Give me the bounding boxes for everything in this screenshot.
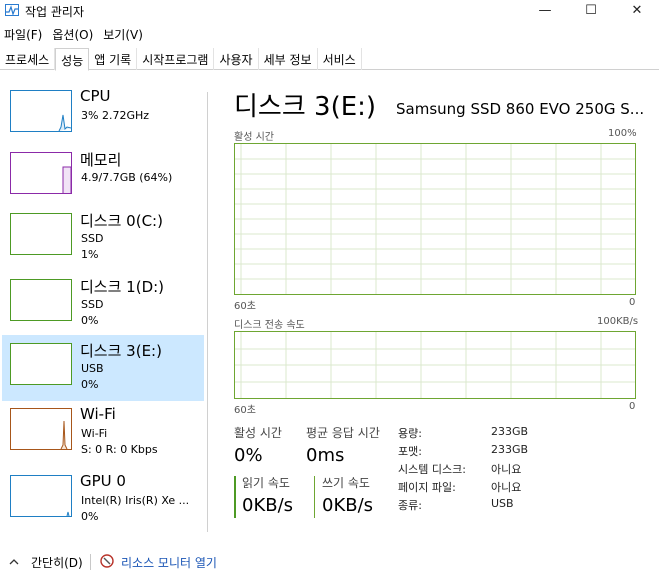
transfer-rate-gridlines [235, 332, 635, 398]
resource-monitor-icon[interactable] [100, 554, 114, 568]
tab-processes[interactable]: 프로세스 [0, 48, 56, 70]
fewer-details-button[interactable]: 간단히(D) [31, 554, 83, 571]
disk-3-thumbnail-graph [10, 343, 72, 385]
sidebar-item-usage: 1% [81, 248, 99, 261]
prop-formatted-value: 233GB [491, 443, 529, 456]
write-speed-indicator [314, 476, 315, 518]
sidebar-item-disk-0[interactable]: 디스크 0(C:) SSD 1% [2, 205, 204, 271]
sidebar-item-cpu[interactable]: CPU 3% 2.72GHz [2, 82, 204, 148]
sidebar-item-name: Wi-Fi [80, 405, 116, 423]
sidebar-item-disk-3[interactable]: 디스크 3(E:) USB 0% [2, 335, 204, 401]
tab-strip: 프로세스 성능 앱 기록 시작프로그램 사용자 세부 정보 서비스 [0, 48, 659, 71]
title-bar: 작업 관리자 — ☐ ✕ [0, 0, 659, 22]
active-time-gridlines [235, 144, 635, 294]
sidebar-item-memory[interactable]: 메모리 4.9/7.7GB (64%) [2, 144, 204, 210]
tab-users[interactable]: 사용자 [214, 48, 259, 70]
graph-transfer-rate-span: 60초 [234, 405, 256, 416]
sidebar-item-detail: Wi-Fi [81, 427, 108, 440]
prop-formatted-label: 포맷: [398, 445, 422, 458]
gpu-thumbnail-graph [10, 475, 72, 517]
tab-app-history[interactable]: 앱 기록 [89, 48, 138, 70]
tab-services[interactable]: 서비스 [318, 48, 362, 70]
maximize-button[interactable]: ☐ [568, 0, 614, 20]
graph-transfer-rate-max: 100KB/s [597, 316, 639, 327]
prop-system-disk-label: 시스템 디스크: [398, 463, 466, 476]
graph-active-time-label: 활성 시간 [234, 132, 274, 143]
read-speed-value: 0KB/s [242, 495, 294, 516]
graph-active-time-min: 0 [629, 297, 636, 308]
sidebar-item-name: CPU [80, 87, 111, 105]
sidebar-item-usage: 0% [81, 314, 99, 327]
active-time-stat-value: 0% [234, 445, 263, 466]
disk-1-thumbnail-graph [10, 279, 72, 321]
sidebar-item-name: 디스크 0(C:) [80, 212, 163, 230]
sidebar-item-detail: 4.9/7.7GB (64%) [81, 171, 173, 184]
sidebar-item-detail: 3% 2.72GHz [81, 109, 150, 122]
prop-system-disk-value: 아니요 [491, 463, 522, 476]
read-speed-indicator [234, 476, 236, 518]
tab-performance[interactable]: 성능 [55, 48, 90, 71]
graph-transfer-rate-min: 0 [629, 401, 636, 412]
task-manager-icon [5, 4, 19, 16]
page-title: 디스크 3(E:) [234, 92, 377, 122]
write-speed-value: 0KB/s [322, 495, 374, 516]
menu-file[interactable]: 파일(F) [0, 24, 48, 44]
graph-active-time-span: 60초 [234, 301, 256, 312]
wifi-thumbnail-graph [10, 408, 72, 450]
sidebar-item-detail: SSD [81, 232, 104, 245]
sidebar-item-wifi[interactable]: Wi-Fi Wi-Fi S: 0 R: 0 Kbps [2, 400, 204, 466]
tab-startup[interactable]: 시작프로그램 [137, 48, 215, 70]
write-speed-label: 쓰기 속도 [322, 476, 370, 490]
graph-transfer-rate-label: 디스크 전송 속도 [234, 320, 305, 331]
tab-details[interactable]: 세부 정보 [259, 48, 318, 70]
prop-capacity-label: 용량: [398, 427, 422, 440]
sidebar-item-name: 디스크 1(D:) [80, 278, 165, 296]
active-time-stat-label: 활성 시간 [234, 426, 282, 440]
prop-page-file-label: 페이지 파일: [398, 481, 456, 494]
transfer-rate-graph [234, 331, 636, 399]
footer-divider [90, 554, 91, 570]
sidebar-item-usage: S: 0 R: 0 Kbps [81, 443, 158, 456]
response-time-stat-label: 평균 응답 시간 [306, 426, 380, 440]
prop-page-file-value: 아니요 [491, 481, 522, 494]
memory-thumbnail-graph [10, 152, 72, 194]
cpu-thumbnail-graph [10, 90, 72, 132]
sidebar-item-usage: 0% [81, 378, 99, 391]
prop-capacity-value: 233GB [491, 425, 529, 438]
menu-options[interactable]: 옵션(O) [48, 24, 99, 44]
chevron-up-icon[interactable] [8, 556, 20, 568]
footer-bar: 간단히(D) 리소스 모니터 열기 [0, 548, 659, 576]
read-speed-label: 읽기 속도 [242, 476, 290, 490]
sidebar-item-usage: 0% [81, 510, 99, 523]
disk-0-thumbnail-graph [10, 213, 72, 255]
close-button[interactable]: ✕ [614, 0, 659, 20]
response-time-stat-value: 0ms [306, 445, 345, 466]
graph-active-time-max: 100% [608, 128, 637, 139]
active-time-graph [234, 143, 636, 295]
sidebar-item-name: 메모리 [80, 151, 122, 169]
disk-model: Samsung SSD 860 EVO 250G S... [396, 100, 645, 118]
menu-view[interactable]: 보기(V) [99, 24, 149, 44]
sidebar-item-detail: Intel(R) Iris(R) Xe ... [81, 494, 190, 507]
prop-type-label: 종류: [398, 499, 422, 512]
sidebar-item-gpu[interactable]: GPU 0 Intel(R) Iris(R) Xe ... 0% [2, 467, 204, 533]
sidebar-item-detail: SSD [81, 298, 104, 311]
menu-bar: 파일(F) 옵션(O) 보기(V) [0, 24, 149, 44]
window-title: 작업 관리자 [25, 5, 85, 19]
panel-divider [207, 92, 208, 532]
sidebar-item-name: GPU 0 [80, 472, 126, 490]
prop-type-value: USB [491, 497, 514, 510]
sidebar-item-disk-1[interactable]: 디스크 1(D:) SSD 0% [2, 271, 204, 337]
open-resource-monitor-link[interactable]: 리소스 모니터 열기 [121, 554, 217, 571]
sidebar-item-detail: USB [81, 362, 104, 375]
minimize-button[interactable]: — [522, 0, 568, 20]
sidebar-item-name: 디스크 3(E:) [80, 342, 162, 360]
